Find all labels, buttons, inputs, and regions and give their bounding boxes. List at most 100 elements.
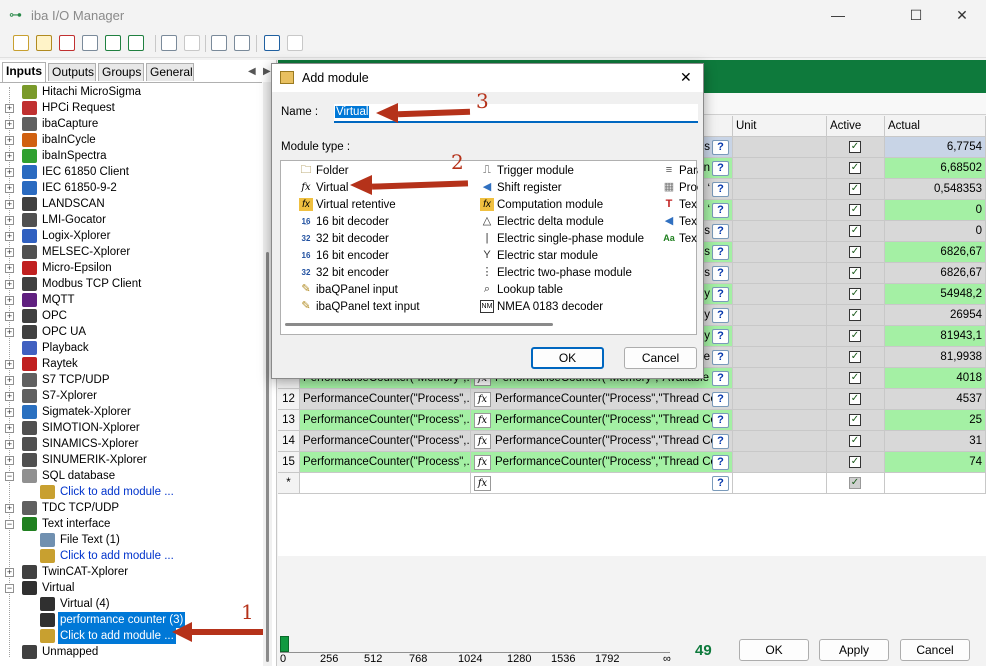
tree-node[interactable]: + Sigmatek-Xplorer — [0, 404, 262, 420]
help-icon[interactable]: ? — [712, 350, 729, 365]
expand-icon[interactable]: + — [5, 456, 14, 465]
active-checkbox[interactable]: ✓ — [849, 309, 861, 321]
tree-node[interactable]: − SQL database — [0, 468, 262, 484]
active-checkbox[interactable]: ✓ — [849, 330, 861, 342]
tree-node[interactable]: + TwinCAT-Xplorer — [0, 564, 262, 580]
help-icon[interactable]: ? — [712, 413, 729, 428]
tab-general[interactable]: General — [146, 63, 194, 81]
import-icon[interactable] — [105, 35, 121, 51]
help-icon[interactable]: ? — [712, 434, 729, 449]
signal-name-cell[interactable]: PerformanceCounter("Process",... — [300, 452, 471, 473]
help-icon[interactable]: ? — [712, 224, 729, 239]
tree-node[interactable]: + S7-Xplorer — [0, 388, 262, 404]
active-checkbox[interactable]: ✓ — [849, 414, 861, 426]
close-window-button[interactable]: ✕ — [942, 4, 982, 26]
tree-node[interactable]: + OPC UA — [0, 324, 262, 340]
maximize-button[interactable]: ☐ — [896, 4, 936, 26]
add-module-link[interactable]: Click to add module ... — [0, 548, 262, 564]
tree-node[interactable]: + Micro-Epsilon — [0, 260, 262, 276]
module-type-item[interactable]: ≡ Para — [662, 163, 698, 179]
fx-icon[interactable]: fx — [474, 434, 491, 449]
help-icon[interactable]: ? — [712, 245, 729, 260]
help-icon[interactable]: ? — [712, 287, 729, 302]
tree-node[interactable]: + IEC 61850-9-2 — [0, 180, 262, 196]
tree-node[interactable]: + ibaCapture — [0, 116, 262, 132]
expand-icon[interactable]: + — [5, 280, 14, 289]
help-icon[interactable]: ? — [712, 308, 729, 323]
expand-icon[interactable]: + — [5, 376, 14, 385]
module-type-item[interactable]: ▦ Proc — [662, 180, 698, 196]
active-checkbox[interactable]: ✓ — [849, 372, 861, 384]
expand-icon[interactable]: + — [5, 360, 14, 369]
tree-node[interactable]: + HPCi Request — [0, 100, 262, 116]
help-icon[interactable]: ? — [712, 266, 729, 281]
signal-name-cell[interactable]: PerformanceCounter("Process",... — [300, 431, 471, 452]
expand-icon[interactable]: + — [5, 152, 14, 161]
tree-node[interactable]: + ibaInSpectra — [0, 148, 262, 164]
tree-node[interactable]: + Logix-Xplorer — [0, 228, 262, 244]
active-checkbox[interactable]: ✓ — [849, 456, 861, 468]
list-scrollbar[interactable] — [285, 323, 553, 326]
active-checkbox[interactable]: ✓ — [849, 477, 861, 489]
help-icon[interactable]: ? — [712, 161, 729, 176]
tab-scroll-right-icon[interactable]: ▶ — [263, 66, 271, 77]
fx-icon[interactable]: fx — [474, 455, 491, 470]
collapse-icon[interactable]: − — [5, 584, 14, 593]
help-icon[interactable]: ? — [712, 455, 729, 470]
expand-icon[interactable]: + — [5, 408, 14, 417]
signal-name-cell[interactable]: PerformanceCounter("Process",... — [300, 410, 471, 431]
tree-node[interactable]: + TDC TCP/UDP — [0, 500, 262, 516]
fx-icon[interactable]: fx — [474, 413, 491, 428]
module-type-item[interactable]: T Tex — [662, 197, 698, 213]
active-checkbox[interactable]: ✓ — [849, 435, 861, 447]
tree-node[interactable]: + LMI-Gocator — [0, 212, 262, 228]
paste-icon[interactable] — [234, 35, 250, 51]
expand-icon[interactable]: + — [5, 424, 14, 433]
cancel-button[interactable]: Cancel — [900, 639, 970, 661]
tree-node[interactable]: − Text interface — [0, 516, 262, 532]
expression-cell[interactable]: fx PerformanceCounter("Process","Thread C… — [471, 389, 733, 410]
copy-icon[interactable] — [211, 35, 227, 51]
tab-groups[interactable]: Groups — [98, 63, 144, 81]
expression-cell[interactable]: fx PerformanceCounter("Process","Thread C… — [471, 452, 733, 473]
tree-node[interactable]: + Modbus TCP Client — [0, 276, 262, 292]
dialog-ok-button[interactable]: OK — [531, 347, 604, 369]
expand-icon[interactable]: + — [5, 200, 14, 209]
dialog-close-button[interactable]: ✕ — [680, 69, 692, 86]
fx-icon[interactable]: fx — [474, 392, 491, 407]
active-checkbox[interactable]: ✓ — [849, 267, 861, 279]
add-module-link[interactable]: Click to add module ... — [0, 484, 262, 500]
expand-icon[interactable]: + — [5, 232, 14, 241]
open-folder-icon[interactable] — [36, 35, 52, 51]
active-checkbox[interactable]: ✓ — [849, 393, 861, 405]
expand-icon[interactable]: + — [5, 136, 14, 145]
active-checkbox[interactable]: ✓ — [849, 204, 861, 216]
new-icon[interactable] — [13, 35, 29, 51]
tree-node[interactable]: Hitachi MicroSigma — [0, 84, 262, 100]
expand-icon[interactable]: + — [5, 296, 14, 305]
expand-icon[interactable]: + — [5, 168, 14, 177]
active-checkbox[interactable]: ✓ — [849, 288, 861, 300]
tree-node[interactable]: performance counter (3) — [0, 612, 262, 628]
active-checkbox[interactable]: ✓ — [849, 183, 861, 195]
expand-icon[interactable]: + — [5, 120, 14, 129]
tree-node[interactable]: + SINAMICS-Xplorer — [0, 436, 262, 452]
tree-node[interactable]: Playback — [0, 340, 262, 356]
help-icon[interactable]: ? — [712, 140, 729, 155]
expand-icon[interactable]: + — [5, 312, 14, 321]
tree-node[interactable]: File Text (1) — [0, 532, 262, 548]
help-icon[interactable]: ? — [712, 476, 729, 491]
active-checkbox[interactable]: ✓ — [849, 141, 861, 153]
minimize-button[interactable]: — — [818, 4, 858, 26]
expand-icon[interactable]: + — [5, 328, 14, 337]
tab-inputs[interactable]: Inputs — [2, 62, 46, 82]
expression-cell[interactable]: fx PerformanceCounter("Process","Thread C… — [471, 410, 733, 431]
expression-cell[interactable]: fx PerformanceCounter("Process","Thread C… — [471, 431, 733, 452]
expand-icon[interactable]: + — [5, 440, 14, 449]
active-checkbox[interactable]: ✓ — [849, 225, 861, 237]
active-checkbox[interactable]: ✓ — [849, 162, 861, 174]
active-checkbox[interactable]: ✓ — [849, 246, 861, 258]
module-type-item[interactable]: ◀ Tex — [662, 214, 698, 230]
export-icon[interactable] — [59, 35, 75, 51]
tree-node[interactable]: + Raytek — [0, 356, 262, 372]
